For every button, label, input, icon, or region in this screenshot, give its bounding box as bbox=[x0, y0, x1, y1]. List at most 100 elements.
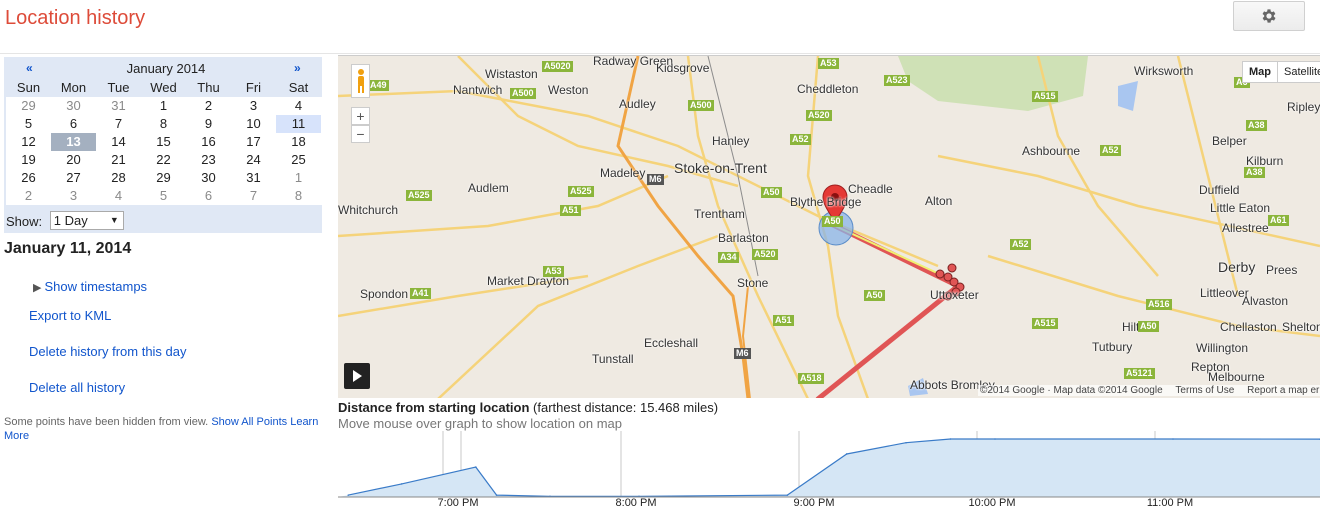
road-label: M6 bbox=[647, 174, 664, 185]
calendar-week-row: 2 3 4 5 6 7 8 bbox=[6, 187, 322, 205]
road-label: M6 bbox=[734, 348, 751, 359]
calendar-day[interactable]: 30 bbox=[186, 169, 231, 187]
calendar-day-today[interactable]: 13 bbox=[51, 133, 96, 151]
road-label: A50 bbox=[822, 216, 843, 227]
map-place-label: Little Eaton bbox=[1210, 201, 1271, 215]
calendar-day[interactable]: 3 bbox=[231, 97, 276, 115]
map-place-label: Nantwich bbox=[453, 83, 503, 97]
map-place-label: Cheddleton bbox=[797, 82, 859, 96]
map-place-label: Tutbury bbox=[1092, 340, 1133, 354]
zoom-out-button[interactable]: − bbox=[351, 125, 370, 143]
road-label: A500 bbox=[688, 100, 714, 111]
calendar-weekday: Sun bbox=[16, 80, 41, 95]
calendar-day[interactable]: 26 bbox=[6, 169, 51, 187]
chart-data-point bbox=[347, 494, 350, 496]
delete-day-link[interactable]: Delete history from this day bbox=[29, 344, 187, 359]
map-place-label: Audley bbox=[619, 97, 656, 111]
selected-date-heading: January 11, 2014 bbox=[4, 240, 132, 257]
calendar-day[interactable]: 23 bbox=[186, 151, 231, 169]
calendar-day[interactable]: 7 bbox=[96, 115, 141, 133]
calendar-day[interactable]: 6 bbox=[51, 115, 96, 133]
show-all-points-link[interactable]: Show All Points bbox=[211, 416, 287, 428]
map-place-label: Alton bbox=[925, 194, 953, 208]
map-place-label: Tunstall bbox=[592, 352, 634, 366]
calendar-day[interactable]: 31 bbox=[231, 169, 276, 187]
calendar: « January 2014 » Sun Mon Tue Wed Thu Fri Sat 29… bbox=[4, 57, 322, 233]
calendar-day: 6 bbox=[204, 188, 213, 203]
show-range: Show: 1 Day ▼ bbox=[6, 211, 124, 231]
street-view-pegman[interactable] bbox=[351, 64, 370, 98]
map-place-label: Wistaston bbox=[485, 67, 538, 81]
calendar-day[interactable]: 14 bbox=[96, 133, 141, 151]
calendar-day[interactable]: 28 bbox=[96, 169, 141, 187]
calendar-day[interactable]: 19 bbox=[6, 151, 51, 169]
road-label: A51 bbox=[773, 315, 794, 326]
road-label: A515 bbox=[1032, 318, 1058, 329]
map-place-label: Madeley bbox=[600, 166, 646, 180]
play-animation-button[interactable] bbox=[344, 363, 370, 389]
map-place-label: Cheadle bbox=[848, 182, 893, 196]
calendar-day[interactable]: 18 bbox=[276, 133, 321, 151]
calendar-day[interactable]: 2 bbox=[186, 97, 231, 115]
calendar-day[interactable]: 5 bbox=[6, 115, 51, 133]
calendar-day[interactable]: 17 bbox=[231, 133, 276, 151]
calendar-weekday: Tue bbox=[107, 80, 130, 95]
show-timestamps-label: Show timestamps bbox=[44, 279, 148, 294]
map[interactable]: Wistaston Radway Green Kidsgrove Cheddleton… bbox=[338, 55, 1320, 398]
calendar-day-selected[interactable]: 11 bbox=[276, 115, 321, 133]
chart-area-series bbox=[338, 439, 1320, 497]
pegman-icon bbox=[357, 69, 364, 93]
map-place-label: Weston bbox=[548, 83, 589, 97]
calendar-day[interactable]: 24 bbox=[231, 151, 276, 169]
road-label: A5121 bbox=[1124, 368, 1155, 379]
calendar-weekday: Fri bbox=[245, 80, 262, 95]
calendar-day[interactable]: 15 bbox=[141, 133, 186, 151]
calendar-weekday-row: Sun Mon Tue Wed Thu Fri Sat bbox=[6, 79, 322, 97]
chart-data-point bbox=[400, 483, 403, 485]
calendar-day[interactable]: 9 bbox=[186, 115, 231, 133]
calendar-day[interactable]: 1 bbox=[141, 97, 186, 115]
calendar-day[interactable]: 8 bbox=[141, 115, 186, 133]
calendar-day[interactable]: 25 bbox=[276, 151, 321, 169]
next-month-button[interactable]: » bbox=[294, 61, 301, 75]
map-type-map-button[interactable]: Map bbox=[1242, 61, 1278, 83]
zoom-in-button[interactable]: + bbox=[351, 107, 370, 125]
delete-all-link[interactable]: Delete all history bbox=[29, 380, 125, 395]
terms-of-use-link[interactable]: Terms of Use bbox=[1175, 385, 1234, 396]
range-select[interactable]: 1 Day ▼ bbox=[49, 211, 124, 230]
distance-chart[interactable]: 7:00 PM 8:00 PM 9:00 PM 10:00 PM 11:00 PM bbox=[338, 431, 1320, 519]
calendar-day[interactable]: 16 bbox=[186, 133, 231, 151]
calendar-day[interactable]: 4 bbox=[276, 97, 321, 115]
calendar-week-row: 19 20 21 22 23 24 25 bbox=[6, 151, 322, 169]
map-place-label: Stone bbox=[737, 276, 769, 290]
calendar-day[interactable]: 22 bbox=[141, 151, 186, 169]
show-timestamps-link[interactable]: ▶ Show timestamps bbox=[33, 279, 147, 294]
calendar-day[interactable]: 21 bbox=[96, 151, 141, 169]
calendar-day: 4 bbox=[114, 188, 123, 203]
chart-tick-label: 7:00 PM bbox=[437, 497, 479, 509]
triangle-right-icon: ▶ bbox=[33, 282, 42, 294]
road-label: A53 bbox=[543, 266, 564, 277]
export-kml-link[interactable]: Export to KML bbox=[29, 308, 111, 323]
map-place-label: Blythe Bridge bbox=[790, 195, 862, 209]
gear-icon bbox=[1262, 9, 1276, 23]
chart-data-point bbox=[905, 441, 907, 444]
settings-button[interactable] bbox=[1233, 1, 1305, 31]
map-place-label: Alvaston bbox=[1242, 294, 1289, 308]
play-icon bbox=[353, 370, 362, 382]
calendar-week-row: 5 6 7 8 9 10 11 bbox=[6, 115, 322, 133]
report-map-error-link[interactable]: Report a map error bbox=[1247, 385, 1320, 396]
map-place-label: Duffield bbox=[1199, 183, 1240, 197]
calendar-weekday: Thu bbox=[197, 80, 220, 95]
calendar-day[interactable]: 27 bbox=[51, 169, 96, 187]
calendar-day[interactable]: 10 bbox=[231, 115, 276, 133]
map-place-label: Derby bbox=[1218, 259, 1256, 275]
calendar-grid: Sun Mon Tue Wed Thu Fri Sat 29 30 31 1 2 3 4 5 6 7 8 9 10 11… bbox=[6, 79, 322, 205]
road-label: A38 bbox=[1244, 167, 1265, 178]
map-type-satellite-button[interactable]: Satellite bbox=[1277, 61, 1320, 83]
calendar-day[interactable]: 29 bbox=[141, 169, 186, 187]
road-label: A52 bbox=[1100, 145, 1121, 156]
calendar-day[interactable]: 12 bbox=[6, 133, 51, 151]
calendar-day[interactable]: 20 bbox=[51, 151, 96, 169]
top-bar: Location history bbox=[0, 0, 1320, 54]
